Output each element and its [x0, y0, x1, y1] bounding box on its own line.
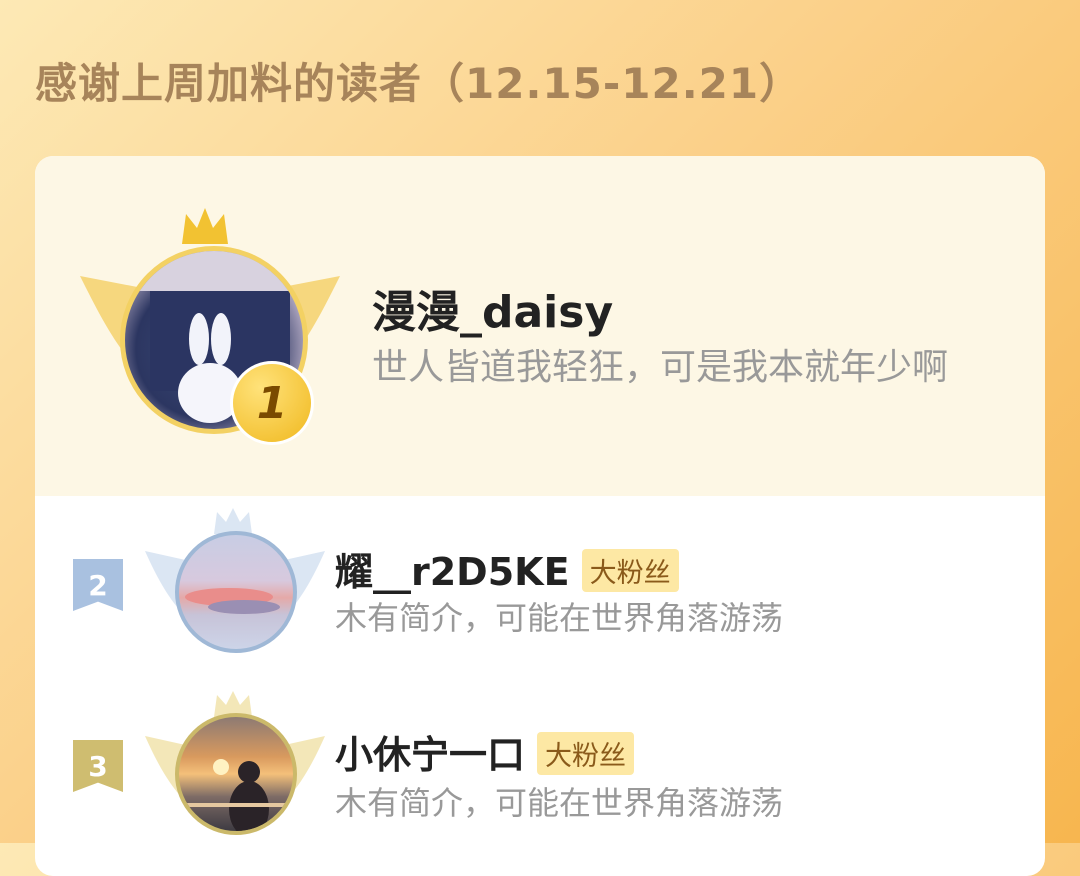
page-title: 感谢上周加料的读者（12.15-12.21）: [35, 59, 803, 108]
reader-ranking-card: 1 漫漫_daisy 世人皆道我轻狂，可是我本就年少啊 2 耀__r2D5KE 大…: [35, 156, 1045, 876]
crown-icon: [182, 208, 228, 244]
reader-name[interactable]: 漫漫_daisy: [372, 276, 613, 340]
avatar[interactable]: [175, 713, 297, 835]
rank-medal: 1: [230, 361, 314, 445]
reader-bio: 木有简介，可能在世界角落游荡: [335, 784, 784, 822]
rank-tag: 2: [73, 559, 123, 611]
rank-tag: 3: [73, 740, 123, 792]
cloud-image: [185, 588, 280, 614]
sunset-image: [179, 759, 293, 831]
reader-bio: 世人皆道我轻狂，可是我本就年少啊: [372, 347, 949, 388]
avatar[interactable]: [175, 531, 297, 653]
fan-badge: 大粉丝: [581, 549, 679, 592]
reader-name[interactable]: 小休宁一口 大粉丝: [335, 724, 635, 779]
reader-name[interactable]: 耀__r2D5KE 大粉丝: [335, 541, 679, 596]
fan-badge: 大粉丝: [537, 732, 635, 775]
reader-bio: 木有简介，可能在世界角落游荡: [335, 599, 784, 637]
